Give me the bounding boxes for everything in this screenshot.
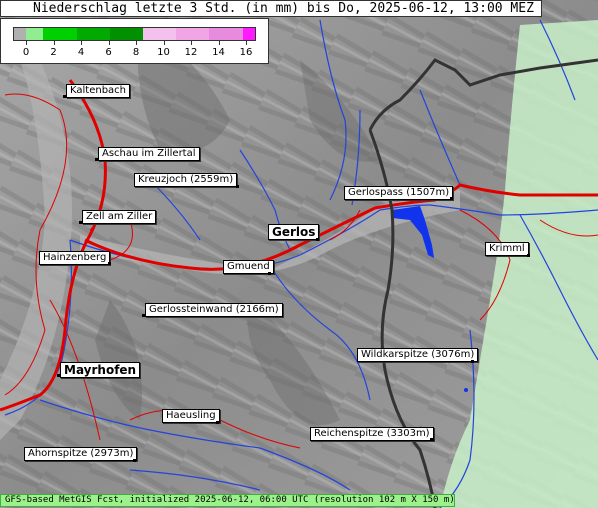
legend-swatch <box>242 28 255 40</box>
marker-wildkarspitze <box>471 360 474 363</box>
marker-kaltenbach <box>63 95 66 98</box>
legend-tickmark <box>191 41 192 45</box>
label-zell: Zell am Ziller <box>82 210 157 224</box>
legend-tickmark <box>246 41 247 45</box>
label-krimml: Krimml <box>485 242 529 256</box>
label-aschau: Aschau im Zillertal <box>98 147 200 161</box>
map-title: Niederschlag letzte 3 Std. (in mm) bis D… <box>0 0 542 17</box>
label-gerlos: Gerlos <box>268 224 320 240</box>
legend-swatch <box>143 28 177 40</box>
label-gmuend: Gmuend <box>223 260 274 274</box>
marker-gerlossteinwand <box>142 314 145 317</box>
marker-hainzenberg <box>108 262 111 265</box>
label-reichenspitze: Reichenspitze (3303m) <box>310 427 434 441</box>
legend-tick-label: 8 <box>132 47 140 58</box>
legend-tick-label: 10 <box>157 47 170 58</box>
marker-krimml <box>527 254 530 257</box>
label-kreuzjoch: Kreuzjoch (2559m) <box>134 173 238 187</box>
label-haeusling: Haeusling <box>162 409 220 423</box>
precip-legend: 0 2 4 6 8 10 12 14 16 <box>0 18 269 64</box>
label-mayrhofen: Mayrhofen <box>60 362 141 378</box>
legend-tick-label: 16 <box>239 47 253 58</box>
marker-aschau <box>95 158 98 161</box>
label-gerlossteinwand: Gerlossteinwand (2166m) <box>145 303 283 317</box>
label-ahornspitze: Ahornspitze (2973m) <box>24 447 138 461</box>
legend-tickmark <box>218 41 220 45</box>
marker-haeusling <box>216 421 219 424</box>
legend-swatch <box>14 28 27 40</box>
legend-swatch <box>109 28 144 40</box>
marker-gerlospass <box>450 197 453 200</box>
legend-tickmark <box>26 41 27 45</box>
legend-tick-label: 4 <box>77 47 85 58</box>
legend-swatch <box>26 28 44 40</box>
marker-reichenspitze <box>430 438 433 441</box>
legend-colorbar <box>13 27 256 41</box>
marker-ahornspitze <box>133 459 136 462</box>
marker-gmuend <box>268 272 271 275</box>
marker-kreuzjoch <box>236 185 239 188</box>
forecast-footer: GFS-based MetGIS Fcst, initialized 2025-… <box>0 494 455 507</box>
legend-tick-label: 12 <box>184 47 198 58</box>
lake-small <box>464 388 468 392</box>
legend-tickmark <box>53 41 55 45</box>
legend-tick-label: 2 <box>50 47 57 58</box>
marker-gerlos <box>316 238 319 241</box>
legend-swatch <box>176 28 210 40</box>
label-kaltenbach: Kaltenbach <box>66 84 131 98</box>
legend-swatch <box>209 28 243 40</box>
marker-zell <box>79 221 82 224</box>
legend-tickmark <box>136 41 137 45</box>
label-wildkarspitze: Wildkarspitze (3076m) <box>357 348 479 362</box>
legend-tickmark <box>163 41 165 45</box>
legend-tickmark <box>81 41 82 45</box>
legend-swatch <box>76 28 110 40</box>
label-hainzenberg: Hainzenberg <box>39 251 111 265</box>
legend-tick-label: 6 <box>105 47 112 58</box>
legend-tick-label: 14 <box>212 47 225 58</box>
marker-mayrhofen <box>57 374 60 377</box>
label-gerlospass: Gerlospass (1507m) <box>344 186 454 200</box>
legend-swatch <box>43 28 77 40</box>
legend-tickmark <box>108 41 110 45</box>
legend-tick-label: 0 <box>22 47 30 58</box>
